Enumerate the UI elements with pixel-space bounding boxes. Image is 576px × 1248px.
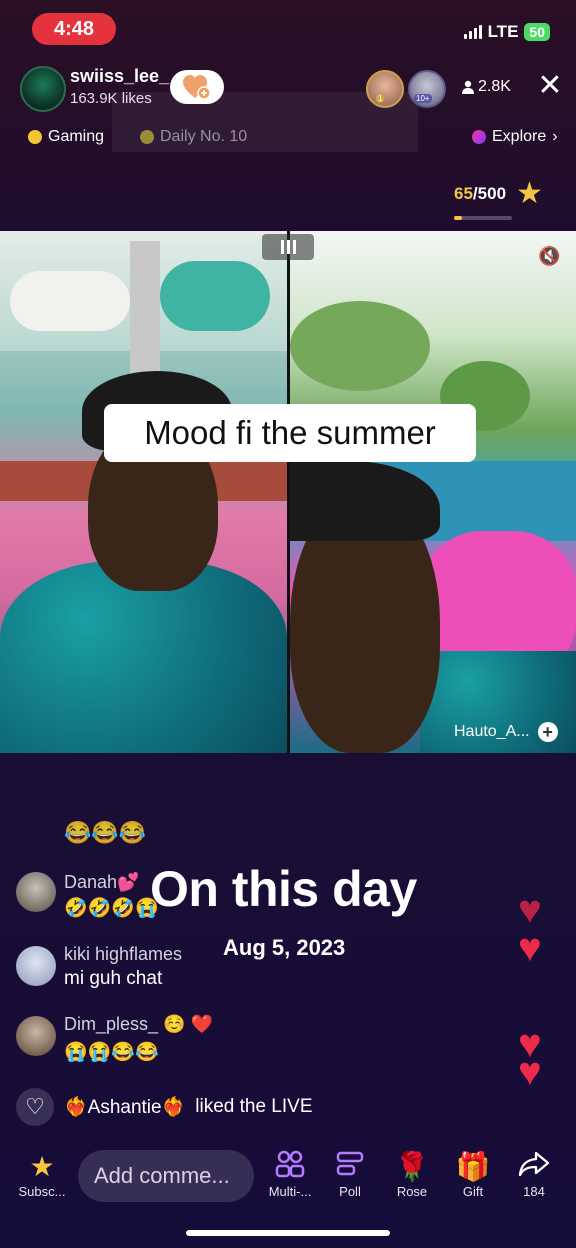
network-label: LTE <box>487 22 519 41</box>
daily-rank-tag[interactable]: Daily No. 10 <box>140 128 247 146</box>
chat-avatar[interactable] <box>16 946 56 986</box>
guest-label[interactable]: Hauto_A... + <box>454 722 558 742</box>
person-icon <box>462 80 474 94</box>
heart-outline-icon[interactable]: ♡ <box>16 1088 54 1126</box>
viewer-badge: 1 <box>376 94 385 103</box>
home-indicator[interactable] <box>186 1230 390 1236</box>
viewer-badge: 10+ <box>414 94 432 103</box>
liked-action: liked the LIVE <box>195 1096 313 1117</box>
explore-icon <box>472 130 486 144</box>
status-time: 4:48 <box>32 13 116 45</box>
share-count: 184 <box>523 1184 545 1199</box>
category-tag[interactable]: Gaming <box>28 128 104 146</box>
status-indicators: LTE 50 <box>463 22 550 42</box>
daily-rank-label: Daily No. 10 <box>160 128 248 145</box>
chat-username[interactable]: Danah💕 <box>64 872 139 893</box>
liked-username: ❤️‍🔥Ashantie❤️‍🔥 <box>64 1097 186 1118</box>
chat-username[interactable]: Dim_pless_ ☺️ ❤️ <box>64 1014 213 1035</box>
close-icon[interactable]: ✕ <box>536 71 564 101</box>
rose-gift-button[interactable]: 🌹 Rose <box>382 1150 442 1199</box>
top-viewer-avatar[interactable]: 1 <box>366 70 404 108</box>
gift-button[interactable]: 🎁 Gift <box>443 1150 503 1199</box>
rank-icon <box>140 130 154 144</box>
subscribe-label: Subsc... <box>18 1184 66 1199</box>
star-icon: ★ <box>29 1151 55 1182</box>
gift-label: Gift <box>462 1184 484 1199</box>
liked-notification: ♡ ❤️‍🔥Ashantie❤️‍🔥 liked the LIVE <box>16 1088 313 1126</box>
guest-name: Hauto_A... <box>454 723 530 740</box>
gift-icon: 🎁 <box>455 1151 491 1182</box>
chat-message: mi guh chat <box>64 968 163 989</box>
viewer-count[interactable]: 2.8K <box>462 78 511 96</box>
goal-progress-bar <box>454 216 512 220</box>
plus-icon[interactable]: + <box>537 722 558 742</box>
mute-icon[interactable]: 🔇 <box>538 246 560 267</box>
top-viewer-avatar[interactable]: 10+ <box>408 70 446 108</box>
guest-video[interactable] <box>290 231 576 753</box>
host-name[interactable]: swiiss_lee_ <box>70 66 169 87</box>
subscribe-button[interactable]: ★ Subsc... <box>12 1150 72 1199</box>
poll-label: Poll <box>339 1184 361 1199</box>
share-icon <box>504 1150 564 1184</box>
comment-input[interactable]: Add comme... <box>78 1150 254 1202</box>
signal-icon <box>463 25 482 39</box>
chat-message: 😭😭😂😂 <box>64 1042 159 1063</box>
multi-guest-label: Multi-... <box>268 1184 312 1199</box>
goal-counter[interactable]: 65/500 <box>454 184 506 204</box>
chat-message: 🤣🤣🤣😭 <box>64 898 159 919</box>
gaming-icon <box>28 130 42 144</box>
host-video[interactable] <box>0 231 287 753</box>
rose-label: Rose <box>396 1184 428 1199</box>
on-this-day-title: On this day <box>150 861 417 917</box>
poll-button[interactable]: Poll <box>320 1150 380 1199</box>
chat-avatar[interactable] <box>16 872 56 912</box>
explore-label: Explore <box>492 128 547 145</box>
host-avatar[interactable] <box>20 66 66 112</box>
multi-guest-icon <box>260 1150 320 1184</box>
chat-avatar[interactable] <box>16 1016 56 1056</box>
multi-guest-button[interactable]: Multi-... <box>260 1150 320 1199</box>
goal-total: 500 <box>477 184 507 203</box>
goal-progress-fill <box>454 216 462 220</box>
floating-heart-icon: ♥ <box>518 1050 542 1094</box>
star-icon[interactable]: ★ <box>516 176 543 211</box>
stream-caption: Mood fi the summer <box>104 404 476 462</box>
battery-icon: 50 <box>524 23 550 41</box>
category-label: Gaming <box>48 128 105 145</box>
chevron-right-icon: › <box>552 128 558 145</box>
rose-icon: 🌹 <box>394 1151 430 1182</box>
split-view-icon[interactable] <box>262 234 314 260</box>
goal-current: 65 <box>454 184 473 203</box>
floating-heart-icon: ♥ <box>518 926 542 970</box>
chat-emoji-row: 😂😂😂 <box>64 820 147 845</box>
viewer-count-label: 2.8K <box>478 78 511 95</box>
explore-link[interactable]: Explore › <box>472 128 558 146</box>
share-button[interactable]: 184 <box>504 1150 564 1199</box>
chat-username[interactable]: kiki highflames <box>64 944 182 965</box>
on-this-day-date: Aug 5, 2023 <box>223 935 346 960</box>
poll-icon <box>320 1150 380 1184</box>
